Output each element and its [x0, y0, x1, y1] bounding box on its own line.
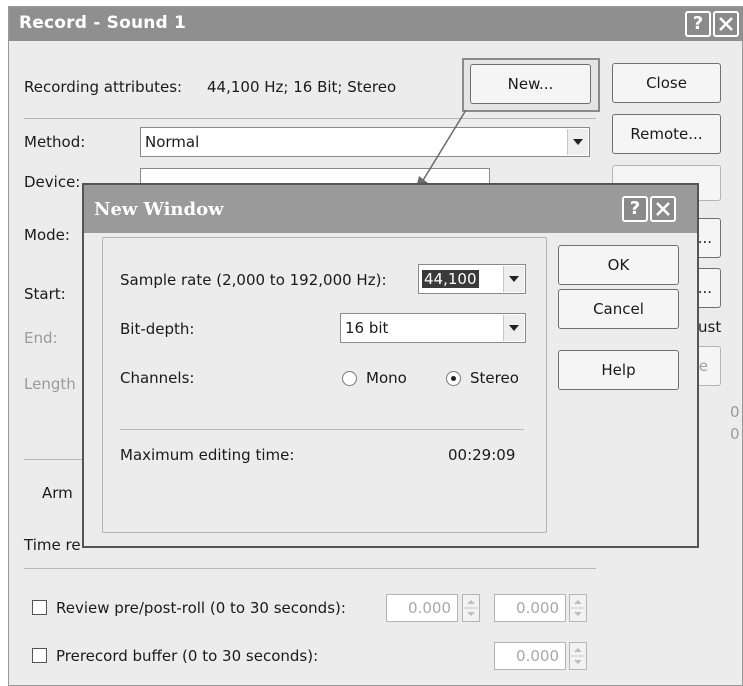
method-value: Normal	[145, 133, 200, 151]
window-title: Record - Sound 1	[19, 13, 187, 33]
spin-up-icon	[571, 648, 585, 664]
separator-bottom	[24, 568, 596, 569]
bit-depth-value: 16 bit	[345, 319, 389, 337]
new-window-dialog: New Window ? Sample rate (2,000 to 192,0…	[82, 183, 699, 548]
separator-top	[24, 118, 596, 119]
stereo-radio[interactable]	[446, 371, 461, 386]
max-editing-time-label: Maximum editing time:	[120, 446, 295, 464]
close-window-button[interactable]	[713, 11, 739, 37]
prerecord-spinner[interactable]	[569, 642, 587, 670]
ok-button[interactable]: OK	[558, 245, 679, 285]
review-label: Review pre/post-roll (0 to 30 seconds):	[56, 599, 346, 617]
close-button[interactable]: Close	[612, 63, 721, 103]
review-post-spinner[interactable]	[569, 594, 587, 622]
counter-value-1: 0	[730, 403, 740, 421]
help-icon: ?	[692, 13, 704, 34]
prerecord-checkbox[interactable]	[32, 648, 47, 663]
review-pre-spinner[interactable]	[462, 594, 480, 622]
adjust-label-fragment: ust	[698, 318, 722, 336]
spin-down-icon	[571, 600, 585, 616]
dropdown-arrow-icon	[503, 266, 524, 292]
mode-label: Mode:	[24, 226, 70, 244]
stereo-label: Stereo	[470, 369, 519, 387]
arm-label: Arm	[42, 484, 73, 502]
help-button[interactable]: Help	[558, 350, 679, 390]
prerecord-label: Prerecord buffer (0 to 30 seconds):	[56, 647, 319, 665]
title-bar: Record - Sound 1 ?	[9, 7, 743, 41]
channels-label: Channels:	[120, 369, 195, 387]
dialog-title: New Window	[94, 199, 224, 220]
close-icon	[719, 17, 733, 31]
remote-button[interactable]: Remote...	[612, 114, 721, 154]
start-label: Start:	[24, 285, 66, 303]
bit-depth-label: Bit-depth:	[120, 320, 195, 338]
method-label: Method:	[24, 133, 86, 151]
prerecord-input[interactable]: 0.000	[494, 642, 566, 670]
dropdown-arrow-icon	[503, 315, 524, 341]
recording-attributes-value: 44,100 Hz; 16 Bit; Stereo	[207, 78, 397, 96]
sample-rate-value: 44,100	[422, 270, 479, 288]
cancel-button[interactable]: Cancel	[558, 289, 679, 329]
help-icon: ?	[629, 198, 641, 219]
max-editing-time-value: 00:29:09	[448, 446, 516, 464]
length-label: Length	[24, 375, 76, 393]
mono-label: Mono	[366, 369, 407, 387]
recording-attributes-label: Recording attributes:	[24, 78, 183, 96]
dialog-title-bar: New Window ?	[84, 185, 697, 233]
device-label: Device:	[24, 173, 81, 191]
dropdown-arrow-icon	[567, 129, 588, 155]
mono-radio[interactable]	[342, 371, 357, 386]
end-label: End:	[24, 329, 58, 347]
sample-rate-label: Sample rate (2,000 to 192,000 Hz):	[120, 271, 387, 289]
sample-rate-combo[interactable]: 44,100	[418, 264, 526, 294]
bit-depth-select[interactable]: 16 bit	[340, 313, 526, 343]
help-button[interactable]: ?	[685, 11, 711, 37]
method-select[interactable]: Normal	[140, 127, 590, 157]
review-post-input[interactable]: 0.000	[494, 594, 566, 622]
dialog-help-button[interactable]: ?	[622, 196, 648, 222]
new-button[interactable]: New...	[470, 64, 591, 104]
separator-mid	[24, 459, 82, 460]
review-checkbox[interactable]	[32, 600, 47, 615]
spin-up-icon	[464, 600, 478, 616]
dialog-separator	[120, 429, 524, 430]
dialog-close-button[interactable]	[650, 196, 676, 222]
time-remaining-label: Time re	[24, 536, 81, 554]
review-pre-input[interactable]: 0.000	[386, 594, 458, 622]
close-icon	[656, 202, 670, 216]
counter-value-2: 0	[730, 425, 740, 443]
